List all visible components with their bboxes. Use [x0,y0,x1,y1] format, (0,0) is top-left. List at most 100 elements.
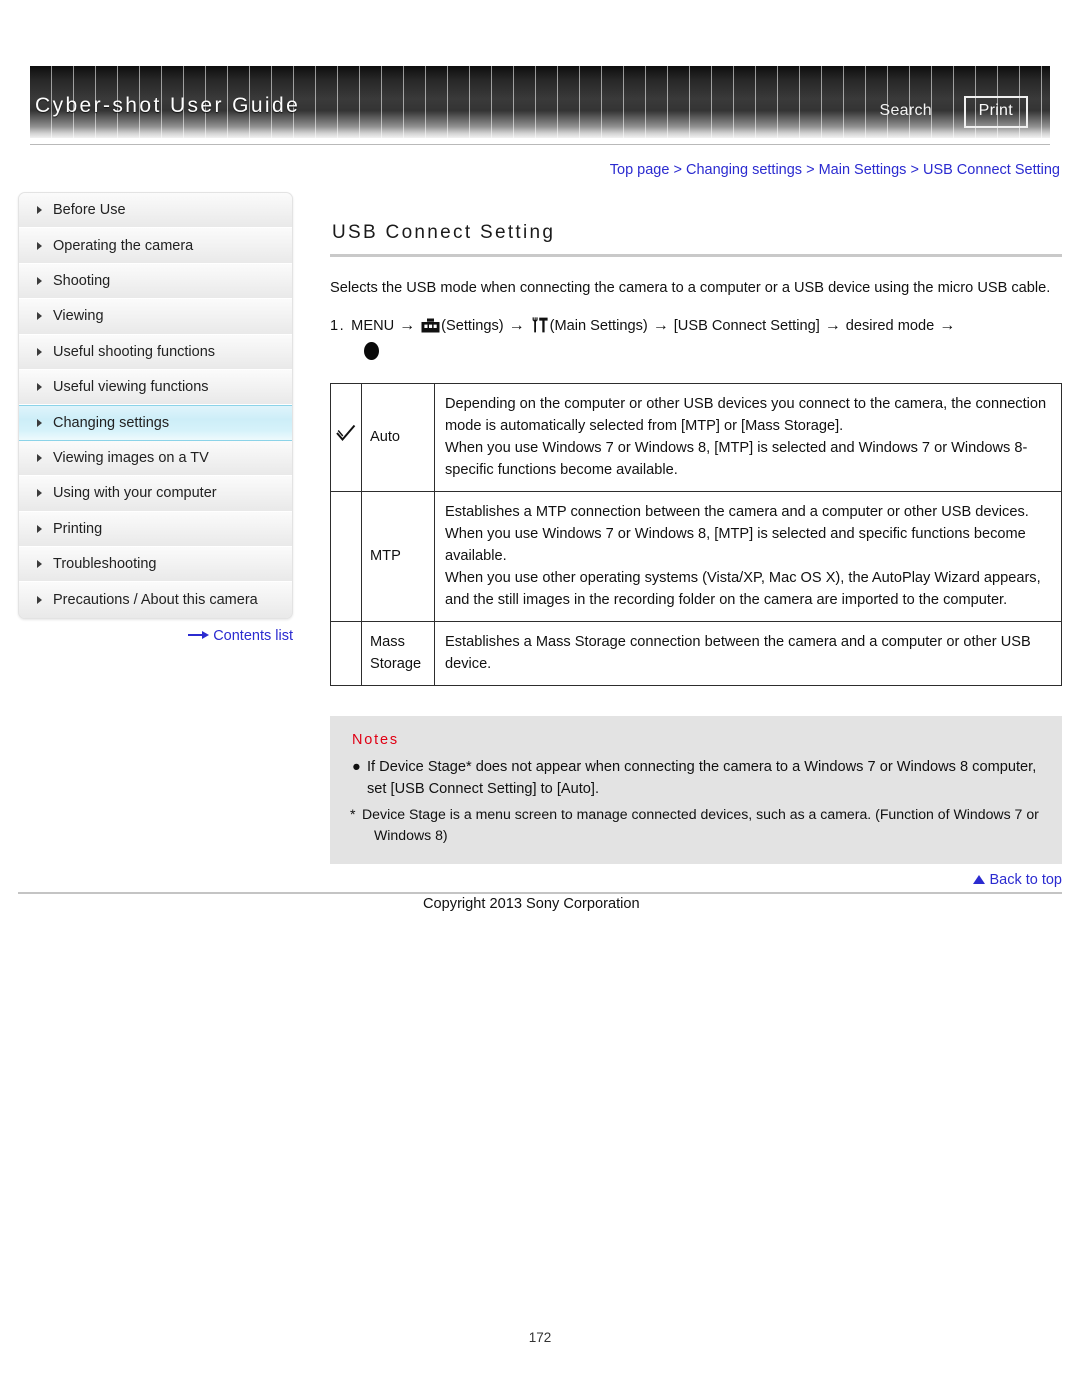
toolbox-icon [421,318,440,333]
step-number: 1. [330,318,346,334]
page-title: USB Connect Setting [332,222,556,243]
mode-label: MTP [361,491,435,622]
selected-checkmark-cell [330,621,362,686]
triangle-up-icon [973,875,986,884]
breadcrumb-item-usb-connect-setting[interactable]: USB Connect Setting [923,162,1060,178]
note-footnote-text: Device Stage is a menu screen to manage … [362,804,1042,846]
sidebar-item-printing[interactable]: Printing [19,511,292,547]
arrow-right-glyph: → [939,317,956,334]
step-usb-connect-setting-label: [USB Connect Setting] [673,318,820,334]
main-content: USB Connect Setting Selects the USB mode… [330,222,1062,864]
mode-description: Establishes a Mass Storage connection be… [434,621,1062,686]
sidebar-item-useful-shooting-functions[interactable]: Useful shooting functions [19,334,292,370]
arrow-right-glyph: → [508,317,525,334]
sidebar-item-before-use[interactable]: Before Use [19,193,292,229]
triangle-bullet-icon [37,241,42,250]
search-link[interactable]: Search [880,102,933,120]
intro-paragraph: Selects the USB mode when connecting the… [330,280,1051,296]
mode-label: Mass Storage [361,621,435,686]
triangle-bullet-icon [37,383,42,392]
breadcrumb-separator: > [906,162,923,178]
breadcrumb: Top page > Changing settings > Main Sett… [330,162,1060,178]
sidebar-item-label: Useful viewing functions [53,379,209,396]
arrow-right-glyph: → [399,317,416,334]
triangle-bullet-icon [37,560,42,569]
sidebar-item-using-with-your-computer[interactable]: Using with your computer [19,476,292,512]
right-arrow-icon [188,631,210,639]
arrow-right-glyph: → [824,317,841,334]
mode-description: Depending on the computer or other USB d… [434,383,1062,492]
sidebar-item-label: Viewing [53,308,104,325]
notes-box: Notes ● If Device Stage* does not appear… [330,716,1062,864]
sidebar-item-precautions-about-this-camera[interactable]: Precautions / About this camera [19,582,292,618]
triangle-bullet-icon [37,276,42,285]
triangle-bullet-icon [37,419,42,428]
mode-label: Auto [361,383,435,492]
footnote-marker: * [350,806,356,822]
table-row: Mass Storage Establishes a Mass Storage … [330,621,1062,686]
sidebar-item-label: Useful shooting functions [53,343,216,360]
tools-icon [531,317,548,333]
title-divider [330,254,1062,257]
step-menu-label: MENU [351,318,395,334]
table-row: MTP Establishes a MTP connection between… [330,491,1062,622]
back-to-top-link[interactable]: Back to top [330,872,1062,888]
usb-mode-table: Auto Depending on the computer or other … [330,383,1062,686]
contents-list-link[interactable]: Contents list [18,628,293,644]
step-instruction: 1. MENU → (Settings) → (Main Settings) → [USB C… [330,313,1062,365]
note-bullet-text: If Device Stage* does not appear when co… [367,759,1037,797]
step-settings-label: (Settings) [441,318,504,334]
header-banner: Cyber-shot User Guide Search Print [30,66,1050,138]
sidebar-item-label: Troubleshooting [53,556,157,573]
mode-description: Establishes a MTP connection between the… [434,491,1062,622]
page-brand-title: Cyber-shot User Guide [35,94,301,117]
note-footnote: * Device Stage is a menu screen to manag… [350,804,1042,846]
breadcrumb-separator: > [802,162,819,178]
breadcrumb-item-changing-settings[interactable]: Changing settings [686,162,802,178]
triangle-bullet-icon [37,489,42,498]
sidebar-item-label: Precautions / About this camera [53,591,258,608]
arrow-right-glyph: → [652,317,669,334]
bullet-dot-icon: ● [352,759,361,775]
sidebar-item-viewing-images-on-a-tv[interactable]: Viewing images on a TV [19,440,292,477]
print-button[interactable]: Print [963,96,1028,128]
header-divider [30,144,1050,145]
sidebar-item-label: Viewing images on a TV [53,449,209,466]
sidebar-item-troubleshooting[interactable]: Troubleshooting [19,546,292,583]
footnote-line-2: Windows 8) [374,827,448,843]
step-desired-mode-label: desired mode [845,318,935,334]
sidebar-item-operating-the-camera[interactable]: Operating the camera [19,228,292,264]
breadcrumb-separator: > [669,162,686,178]
selected-checkmark-cell [330,383,362,492]
sidebar-item-shooting[interactable]: Shooting [19,263,292,300]
sidebar-item-changing-settings[interactable]: Changing settings [19,405,292,441]
triangle-bullet-icon [37,524,42,533]
back-to-top-label: Back to top [989,872,1062,888]
checkmark-icon [335,424,357,444]
triangle-bullet-icon [37,312,42,321]
sidebar-item-label: Before Use [53,202,126,219]
copyright-notice: Copyright 2013 Sony Corporation [423,896,640,912]
notes-heading: Notes [352,732,399,748]
sidebar-item-label: Shooting [53,272,111,289]
triangle-bullet-icon [37,206,42,215]
triangle-bullet-icon [37,347,42,356]
breadcrumb-item-main-settings[interactable]: Main Settings [819,162,907,178]
table-row: Auto Depending on the computer or other … [330,383,1062,492]
sidebar-item-useful-viewing-functions[interactable]: Useful viewing functions [19,369,292,406]
center-button-icon [364,342,379,360]
sidebar-item-label: Changing settings [53,415,170,432]
sidebar-item-label: Using with your computer [53,485,217,502]
sidebar-item-label: Printing [53,520,103,537]
sidebar-item-viewing[interactable]: Viewing [19,299,292,335]
triangle-bullet-icon [37,453,42,462]
footer-divider [18,892,1062,894]
footnote-line-1: Device Stage is a menu screen to manage … [362,806,1039,822]
contents-list-label: Contents list [213,628,293,644]
page-number: 172 [528,1330,552,1345]
step-main-settings-label: (Main Settings) [549,318,648,334]
triangle-bullet-icon [37,595,42,604]
breadcrumb-item-top-page[interactable]: Top page [610,162,670,178]
note-bullet-item: ● If Device Stage* does not appear when … [350,756,1042,800]
sidebar-navigation: Before Use Operating the camera Shooting… [18,192,293,619]
